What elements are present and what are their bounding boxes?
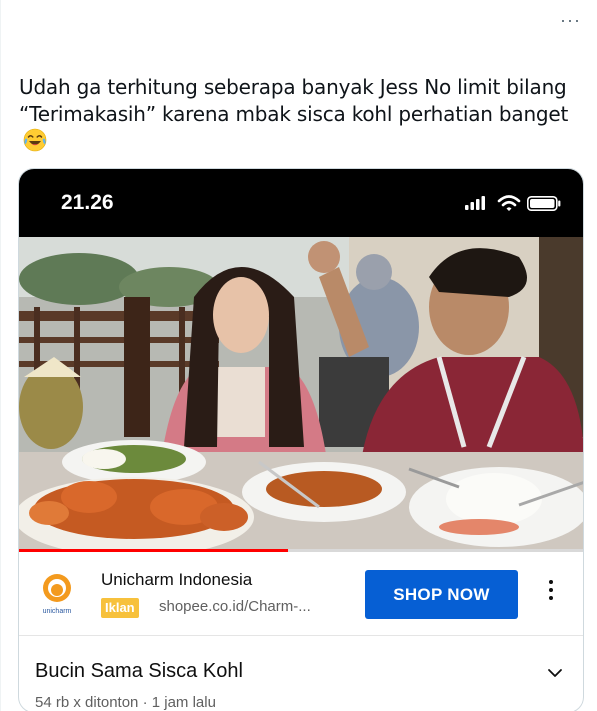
video-title: Bucin Sama Sisca Kohl bbox=[35, 660, 243, 682]
tweet-body: Udah ga terhitung seberapa banyak Jess N… bbox=[19, 75, 569, 126]
shop-now-button[interactable]: SHOP NOW bbox=[365, 570, 518, 619]
ad-url[interactable]: shopee.co.id/Charm-... bbox=[159, 598, 311, 615]
battery-icon bbox=[527, 196, 561, 211]
ad-badge: Iklan bbox=[101, 598, 139, 618]
video-frame bbox=[19, 237, 583, 551]
status-icons bbox=[465, 195, 561, 211]
wifi-icon bbox=[497, 195, 521, 211]
video-card[interactable]: 21.26 unicharm Unicharm Indonesia Iklan … bbox=[18, 168, 584, 711]
ad-row: unicharm Unicharm Indonesia Iklan shopee… bbox=[19, 552, 583, 636]
face-with-tears-of-joy-icon bbox=[23, 128, 47, 152]
video-meta: 54 rb x ditonton · 1 jam lalu bbox=[35, 694, 216, 711]
more-options-icon[interactable]: ··· bbox=[560, 11, 581, 29]
tweet: ··· Udah ga terhitung seberapa banyak Je… bbox=[0, 0, 597, 711]
unicharm-logo-text: unicharm bbox=[43, 608, 72, 615]
signal-icon bbox=[465, 196, 485, 210]
phone-status-bar: 21.26 bbox=[19, 169, 583, 237]
ad-more-options-icon[interactable] bbox=[539, 576, 563, 612]
status-time: 21.26 bbox=[61, 191, 114, 214]
video-player[interactable] bbox=[19, 237, 583, 551]
chevron-down-icon[interactable] bbox=[545, 663, 565, 683]
advertiser-name: Unicharm Indonesia bbox=[101, 570, 253, 589]
unicharm-logo: unicharm bbox=[43, 574, 72, 615]
tweet-text: Udah ga terhitung seberapa banyak Jess N… bbox=[19, 74, 589, 155]
